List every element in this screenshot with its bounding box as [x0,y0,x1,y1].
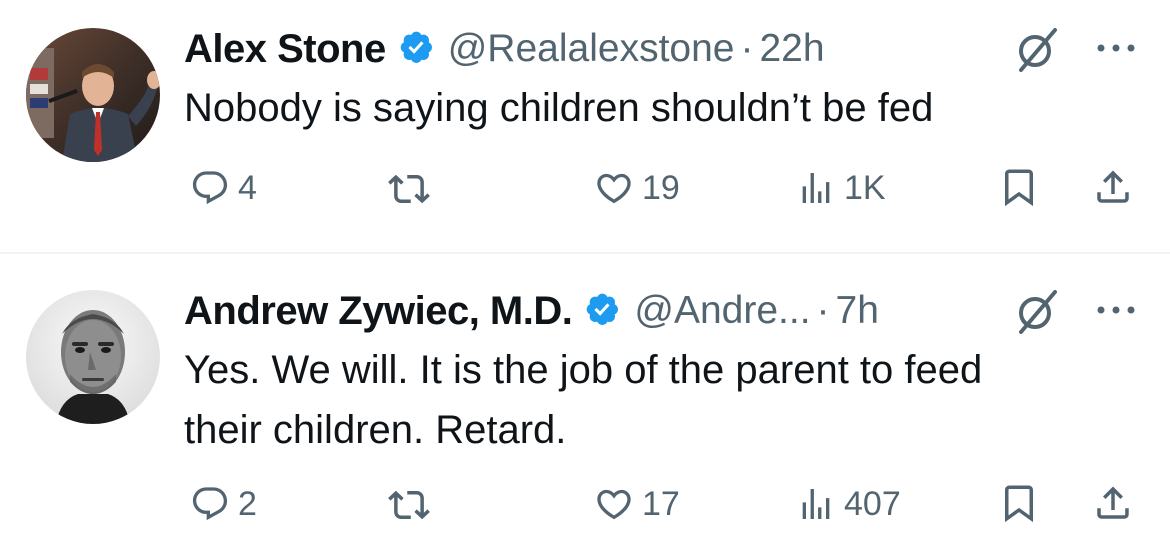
author-handle[interactable]: @Realalexstone [448,27,735,71]
like-count: 19 [642,168,680,207]
reply-icon [192,171,228,205]
like-icon [597,173,631,204]
share-icon [1097,486,1129,519]
author-handle[interactable]: @Andre... [634,289,810,333]
like-count: 17 [642,484,680,523]
views-button[interactable]: 407 [796,484,901,524]
avatar[interactable] [26,28,160,162]
reply-count: 4 [238,168,257,207]
views-button[interactable]: 1K [796,168,886,208]
tweet-text-line: Yes. We will. It is the job of the paren… [184,348,983,392]
grok-icon[interactable] [1015,26,1061,72]
repost-button[interactable] [388,484,430,526]
like-button[interactable]: 19 [594,168,680,208]
verified-badge-icon [398,29,438,69]
repost-icon [388,490,430,520]
repost-icon [388,174,430,204]
views-count: 1K [844,168,886,207]
more-icon[interactable] [1094,38,1140,58]
more-icon[interactable] [1094,300,1140,320]
views-icon [802,489,830,519]
like-icon [597,489,631,520]
grok-icon[interactable] [1015,288,1061,334]
author-name[interactable]: Andrew Zywiec, M.D. [184,289,573,334]
tweet[interactable]: Alex Stone @Realalexstone · 22h Nobody i… [0,0,1170,252]
timestamp[interactable]: 7h [836,289,879,333]
views-icon [802,173,830,203]
author-name[interactable]: Alex Stone [184,27,386,72]
share-button[interactable] [1092,482,1134,524]
separator-dot: · [740,27,754,70]
tweet-header: Alex Stone @Realalexstone · 22h [184,24,825,74]
avatar[interactable] [26,290,160,424]
tweet-text: Yes. We will. It is the job of the paren… [184,340,1144,460]
tweet-text: Nobody is saying children shouldn’t be f… [184,78,1144,138]
tweet-text-line: their children. Retard. [184,408,567,452]
bookmark-button[interactable] [998,166,1040,208]
reply-button[interactable]: 2 [190,484,257,524]
share-icon [1097,170,1129,203]
repost-button[interactable] [388,168,430,210]
reply-icon [192,487,228,521]
separator-dot: · [816,289,830,332]
verified-badge-icon [584,291,624,331]
tweet-header: Andrew Zywiec, M.D. @Andre... · 7h [184,286,879,336]
share-button[interactable] [1092,166,1134,208]
tweet-text-line: Nobody is saying children shouldn’t be f… [184,86,934,130]
bookmark-icon [1005,485,1033,523]
bookmark-button[interactable] [998,482,1040,524]
reply-count: 2 [238,484,257,523]
timestamp[interactable]: 22h [759,27,824,71]
like-button[interactable]: 17 [594,484,680,524]
views-count: 407 [844,484,901,523]
tweet[interactable]: Andrew Zywiec, M.D. @Andre... · 7h Yes. … [0,254,1170,558]
bookmark-icon [1005,169,1033,207]
reply-button[interactable]: 4 [190,168,257,208]
